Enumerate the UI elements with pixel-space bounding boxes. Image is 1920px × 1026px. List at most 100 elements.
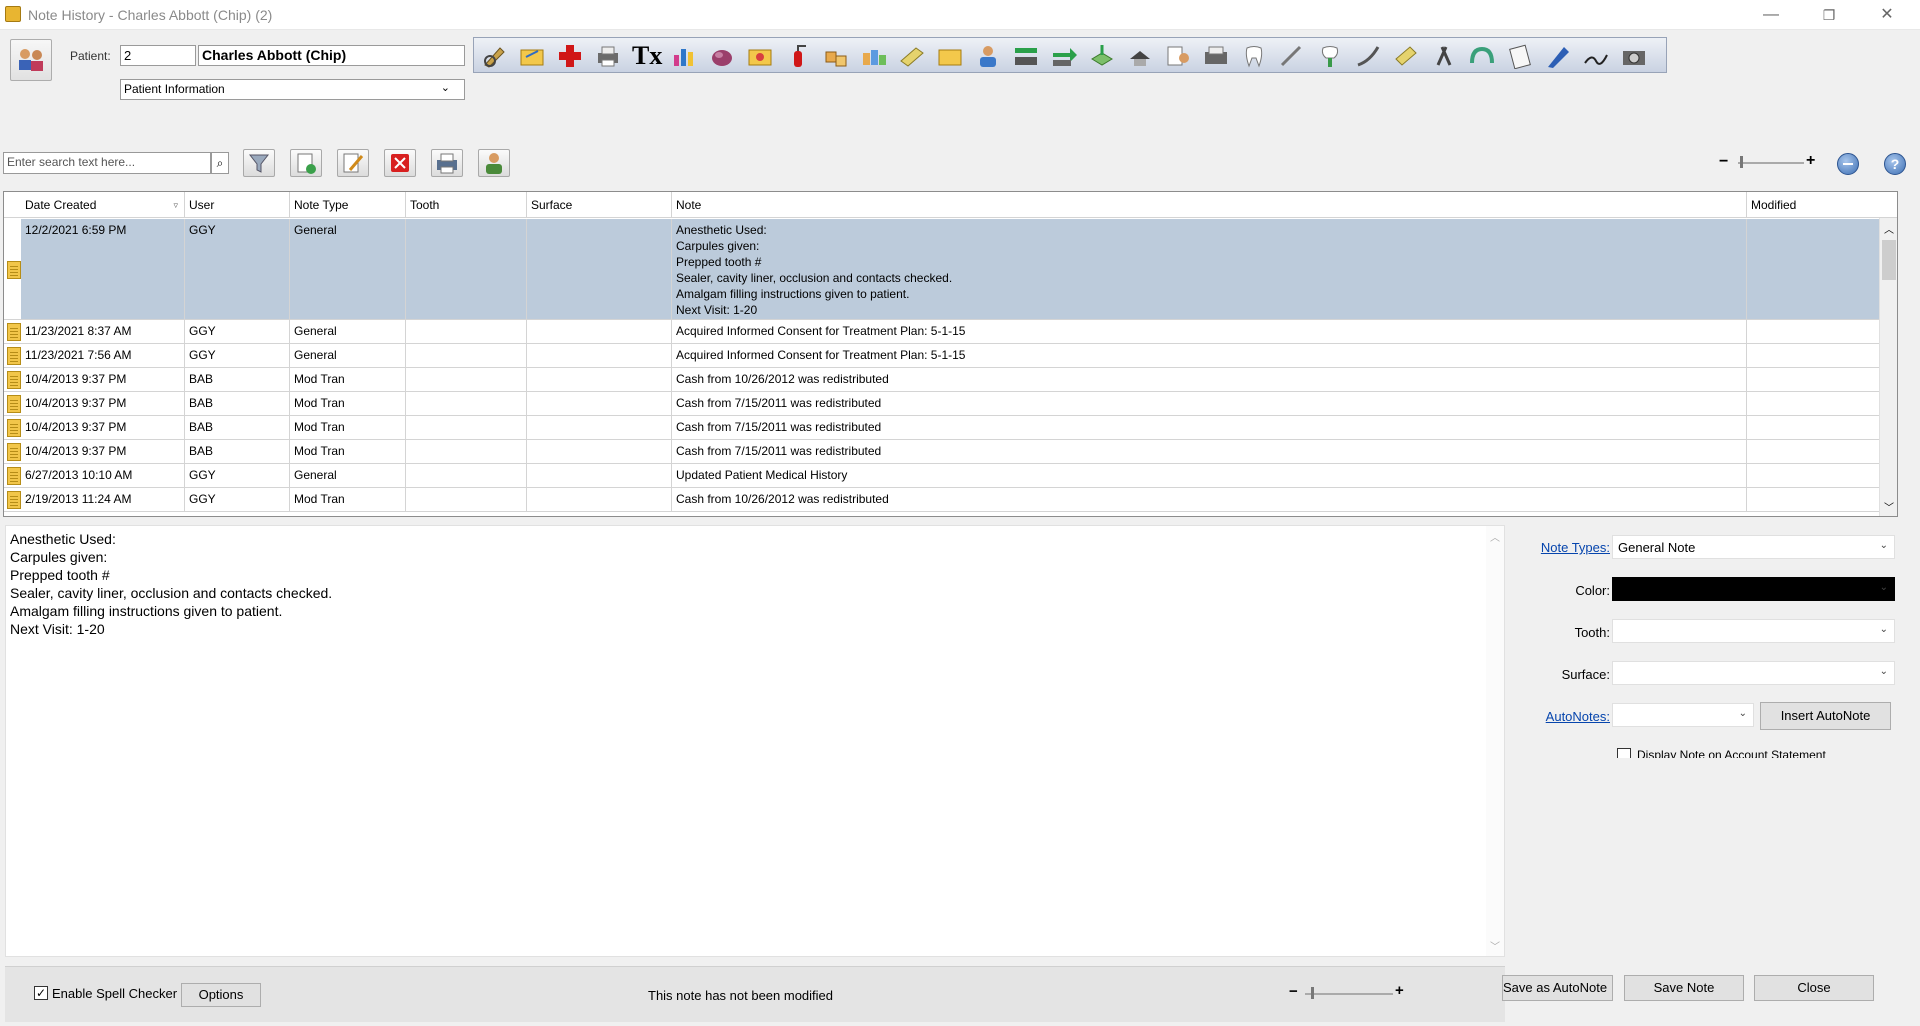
fax-icon[interactable]	[1202, 43, 1230, 69]
lab-case-icon[interactable]	[708, 43, 736, 69]
payment-plan-icon[interactable]	[1126, 43, 1154, 69]
add-note-button[interactable]	[290, 149, 322, 177]
boxes-icon[interactable]	[822, 43, 850, 69]
column-header-surface[interactable]: Surface	[527, 192, 672, 218]
autonotes-link[interactable]: AutoNotes:	[1490, 709, 1610, 724]
patient-person-icon[interactable]	[974, 43, 1002, 69]
note-editor-text[interactable]: Anesthetic Used: Carpules given: Prepped…	[10, 530, 332, 638]
column-header-modified[interactable]: Modified	[1747, 192, 1897, 218]
referral-folder-icon[interactable]	[746, 43, 774, 69]
scroll-up-arrow-icon[interactable]: ︿	[1884, 221, 1894, 236]
column-header-note[interactable]: Note	[672, 192, 1747, 218]
display-on-statement-option[interactable]: Display Note on Account Statement	[1617, 748, 1877, 758]
bar-graph-icon[interactable]	[670, 43, 698, 69]
table-row[interactable]: 10/4/2013 9:37 PM BAB Mod Tran Cash from 7/…	[4, 416, 1897, 440]
editor-zoom-slider-track[interactable]	[1305, 993, 1393, 995]
zoom-slider-thumb[interactable]	[1740, 156, 1743, 168]
camera-icon[interactable]	[1620, 43, 1648, 69]
fire-extinguisher-icon[interactable]	[784, 43, 812, 69]
close-button[interactable]: Close	[1754, 975, 1874, 1001]
chart-pencil-icon[interactable]	[480, 43, 508, 69]
grid-scrollbar[interactable]: ︿ ﹀	[1879, 218, 1897, 516]
ruler-icon[interactable]	[1392, 43, 1420, 69]
options-button[interactable]: Options	[181, 983, 261, 1007]
search-input[interactable]: Enter search text here...	[3, 152, 211, 174]
scrollbar-thumb[interactable]	[1882, 240, 1896, 280]
table-row[interactable]: 11/23/2021 8:37 AM GGY General Acquired Inf…	[4, 320, 1897, 344]
account-info-icon[interactable]	[1164, 43, 1192, 69]
note-icon	[7, 443, 21, 461]
save-note-button[interactable]: Save Note	[1624, 975, 1744, 1001]
clipboard-icon[interactable]	[1506, 43, 1534, 70]
display-on-statement-checkbox[interactable]	[1617, 748, 1631, 758]
note-editor[interactable]: Anesthetic Used: Carpules given: Prepped…	[5, 525, 1505, 957]
patient-id-field[interactable]: 2	[120, 45, 196, 66]
note-type-dropdown[interactable]: General Note ⌄	[1612, 535, 1895, 559]
maximize-button[interactable]: ❐	[1800, 0, 1858, 30]
insert-autonote-button[interactable]: Insert AutoNote	[1760, 702, 1891, 730]
column-header-note-type[interactable]: Note Type	[290, 192, 406, 218]
tooth-dropdown[interactable]: ⌄	[1612, 619, 1895, 643]
help-button[interactable]: ?	[1884, 153, 1906, 175]
dental-tool-icon[interactable]	[1278, 43, 1306, 69]
table-row[interactable]: 6/27/2013 10:10 AM GGY General Updated Pati…	[4, 464, 1897, 488]
table-row[interactable]: 2/19/2013 11:24 AM GGY Mod Tran Cash from 1…	[4, 488, 1897, 512]
table-row[interactable]: 10/4/2013 9:37 PM BAB Mod Tran Cash from 7/…	[4, 440, 1897, 464]
column-header-date-created[interactable]: Date Created ▿	[21, 192, 185, 218]
table-row[interactable]: 10/4/2013 9:37 PM BAB Mod Tran Cash from 7/…	[4, 392, 1897, 416]
ledger-icon[interactable]	[898, 43, 926, 69]
filter-button[interactable]	[243, 149, 275, 177]
select-patient-button[interactable]	[10, 39, 52, 81]
transfer-icon[interactable]	[1012, 43, 1040, 69]
probe-icon[interactable]	[1354, 43, 1382, 69]
prescription-rx-icon[interactable]: Tx	[632, 43, 662, 69]
spell-checker-checkbox[interactable]: ✓	[34, 986, 48, 1000]
payment-arrow-icon[interactable]	[1050, 43, 1078, 69]
signature-icon[interactable]	[1582, 43, 1610, 69]
scroll-down-arrow-icon[interactable]: ﹀	[1884, 499, 1894, 514]
close-window-button[interactable]: ✕	[1858, 0, 1916, 30]
delete-note-button[interactable]	[384, 149, 416, 177]
note-types-link[interactable]: Note Types:	[1490, 540, 1610, 555]
patient-view-dropdown[interactable]: Patient Information ⌄	[120, 79, 465, 100]
inventory-icon[interactable]	[860, 43, 888, 69]
folder-note-icon[interactable]	[518, 43, 546, 69]
editor-zoom-out-button[interactable]: −	[1289, 983, 1298, 1000]
edit-note-button[interactable]	[337, 149, 369, 177]
editor-zoom-in-button[interactable]: +	[1395, 982, 1404, 999]
zoom-slider-track[interactable]	[1738, 162, 1804, 164]
cell-type: General	[290, 464, 406, 487]
cell-note: Cash from 10/26/2012 was redistributed	[672, 488, 1747, 511]
deposit-icon[interactable]	[1088, 43, 1116, 69]
table-row[interactable]: 12/2/2021 6:59 PM GGY General Anesthetic Us…	[4, 219, 1897, 320]
medical-cross-icon[interactable]	[556, 43, 584, 69]
search-icon[interactable]: ⌕	[211, 152, 229, 174]
surface-dropdown[interactable]: ⌄	[1612, 661, 1895, 685]
printer-icon[interactable]	[594, 43, 622, 69]
print-notes-button[interactable]	[431, 149, 463, 177]
implant-tooth-icon[interactable]	[1316, 43, 1344, 69]
cell-note: Cash from 7/15/2011 was redistributed	[672, 440, 1747, 463]
color-picker[interactable]: ⌄	[1612, 577, 1895, 601]
zoom-out-button[interactable]: −	[1719, 153, 1728, 171]
notes-grid[interactable]: Date Created ▿ User Note Type Tooth Surfa…	[3, 191, 1898, 517]
provider-button[interactable]	[478, 149, 510, 177]
minimize-button[interactable]: —	[1742, 0, 1800, 30]
table-row[interactable]: 11/23/2021 7:56 AM GGY General Acquired Inf…	[4, 344, 1897, 368]
save-as-autonote-button[interactable]: Save as AutoNote	[1502, 975, 1613, 1001]
pen-icon[interactable]	[1544, 43, 1572, 69]
column-header-user[interactable]: User	[185, 192, 290, 218]
tooth-icon[interactable]	[1240, 43, 1268, 69]
table-row[interactable]: 10/4/2013 9:37 PM BAB Mod Tran Cash from 10…	[4, 368, 1897, 392]
scroll-down-arrow-icon[interactable]: ﹀	[1490, 938, 1500, 953]
patient-name-field[interactable]: Charles Abbott (Chip)	[198, 45, 465, 66]
cell-tooth	[406, 440, 527, 463]
autonote-dropdown[interactable]: ⌄	[1612, 703, 1754, 727]
editor-zoom-slider-thumb[interactable]	[1311, 987, 1314, 999]
braces-icon[interactable]	[1468, 43, 1496, 69]
collapse-button[interactable]	[1837, 153, 1859, 175]
forceps-icon[interactable]	[1430, 43, 1458, 69]
column-header-tooth[interactable]: Tooth	[406, 192, 527, 218]
zoom-in-button[interactable]: +	[1806, 152, 1815, 170]
documents-folder-icon[interactable]	[936, 43, 964, 69]
